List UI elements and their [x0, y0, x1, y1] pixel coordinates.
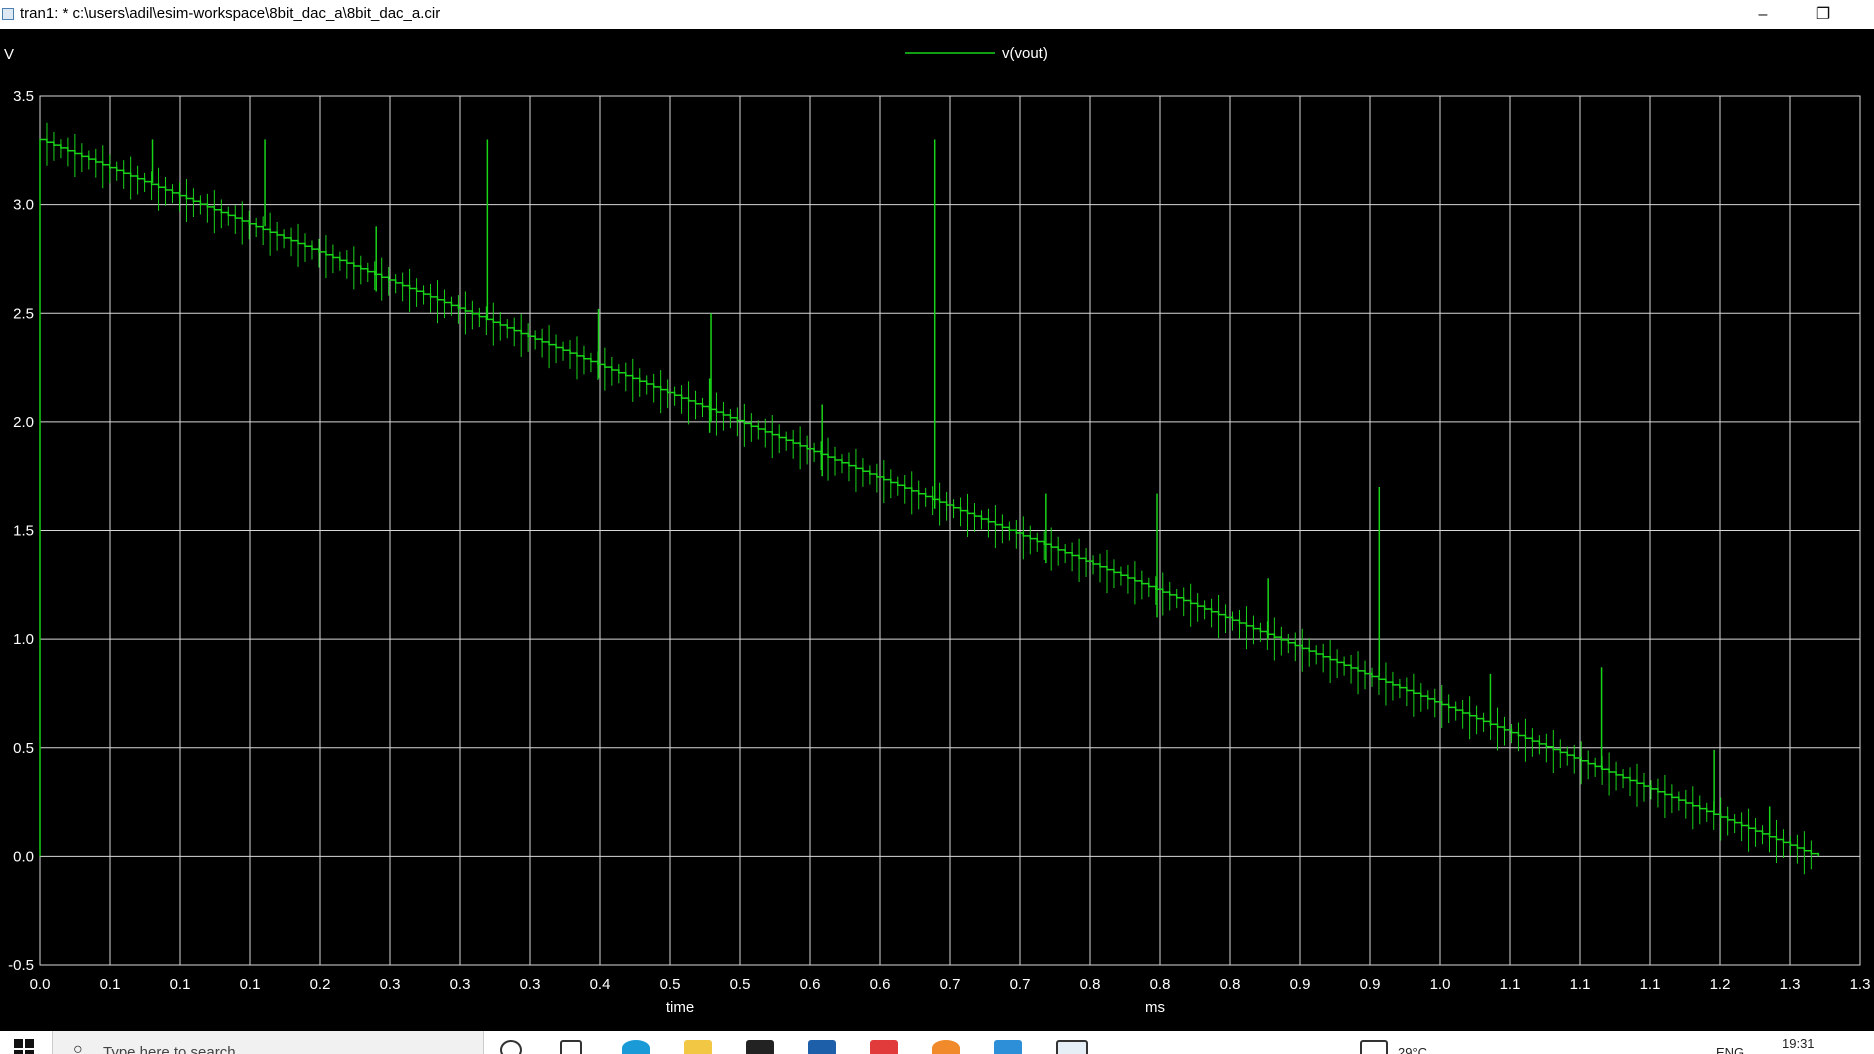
x-tick-label: 0.3 [450, 976, 471, 993]
x-tick-label: 1.3 [1850, 976, 1871, 993]
x-tick-label: 1.3 [1780, 976, 1801, 993]
window-title: tran1: * c:\users\adil\esim-workspace\8b… [20, 5, 441, 22]
x-tick-label: 0.8 [1150, 976, 1171, 993]
y-tick-label: 2.0 [13, 414, 34, 431]
edge-browser-icon[interactable] [622, 1040, 650, 1054]
x-tick-label: 0.1 [170, 976, 191, 993]
x-tick-label: 1.2 [1710, 976, 1731, 993]
x-tick-label: 0.7 [940, 976, 961, 993]
store-icon[interactable] [746, 1040, 774, 1054]
file-explorer-icon[interactable] [684, 1040, 712, 1054]
app-icon [2, 8, 14, 20]
firefox-icon[interactable] [932, 1040, 960, 1054]
windows-start-icon[interactable] [14, 1039, 34, 1054]
plot-area[interactable]: -0.5 0.0 0.5 1.0 1.5 2.0 2.5 3.0 3.5 0.0 0.1 0.1 0.1… [0, 29, 1874, 1031]
x-tick-label: 0.5 [730, 976, 751, 993]
x-tick-label: 0.3 [380, 976, 401, 993]
x-tick-label: 0.1 [240, 976, 261, 993]
x-tick-label: 0.2 [310, 976, 331, 993]
x-tick-label: 0.1 [100, 976, 121, 993]
taskbar-search-box[interactable]: ○ Type here to search [52, 1031, 484, 1054]
y-tick-label: -0.5 [8, 957, 34, 974]
x-tick-label: 0.3 [520, 976, 541, 993]
x-tick-label: 1.1 [1570, 976, 1591, 993]
x-tick-label: 0.9 [1360, 976, 1381, 993]
x-tick-label: 0.8 [1220, 976, 1241, 993]
y-tick-label: 0.5 [13, 740, 34, 757]
y-tick-label: 1.0 [13, 631, 34, 648]
task-view-icon[interactable] [560, 1040, 582, 1054]
mail-icon[interactable] [808, 1040, 836, 1054]
app-icon-red[interactable] [870, 1040, 898, 1054]
search-icon: ○ [73, 1041, 83, 1054]
x-tick-label: 0.7 [1010, 976, 1031, 993]
y-tick-label: 3.5 [13, 88, 34, 105]
x-tick-label: 1.1 [1500, 976, 1521, 993]
clock-time[interactable]: 19:31 [1782, 1036, 1815, 1051]
window-titlebar: tran1: * c:\users\adil\esim-workspace\8b… [0, 0, 1874, 29]
weather-icon[interactable] [1360, 1040, 1388, 1054]
app-icon-blue[interactable] [994, 1040, 1022, 1054]
x-tick-label: 0.4 [590, 976, 611, 993]
x-tick-label: 0.9 [1290, 976, 1311, 993]
x-axis-unit: ms [1145, 999, 1165, 1016]
window-app-icon[interactable] [1056, 1040, 1088, 1054]
x-tick-label: 0.0 [30, 976, 51, 993]
taskbar: ○ Type here to search 29°C ENG 19:31 [0, 1031, 1874, 1054]
x-tick-label: 1.0 [1430, 976, 1451, 993]
x-tick-label: 0.8 [1080, 976, 1101, 993]
minimize-button[interactable]: – [1740, 0, 1786, 29]
x-axis-label: time [666, 999, 694, 1016]
y-tick-label: 2.5 [13, 305, 34, 322]
search-placeholder: Type here to search [103, 1044, 236, 1054]
language-indicator[interactable]: ENG [1716, 1045, 1744, 1054]
legend-label-vout: v(vout) [1002, 45, 1048, 62]
y-tick-label: 1.5 [13, 523, 34, 540]
x-tick-label: 0.6 [870, 976, 891, 993]
x-tick-label: 1.1 [1640, 976, 1661, 993]
x-tick-label: 0.5 [660, 976, 681, 993]
cortana-icon[interactable] [500, 1040, 522, 1054]
x-tick-label: 0.6 [800, 976, 821, 993]
y-axis-label: V [4, 46, 14, 63]
restore-button[interactable]: ❐ [1800, 0, 1846, 29]
y-tick-label: 3.0 [13, 197, 34, 214]
weather-text[interactable]: 29°C [1398, 1045, 1427, 1054]
y-tick-label: 0.0 [13, 848, 34, 865]
transient-plot[interactable]: -0.5 0.0 0.5 1.0 1.5 2.0 2.5 3.0 3.5 0.0 0.1 0.1 0.1… [0, 29, 1874, 1031]
